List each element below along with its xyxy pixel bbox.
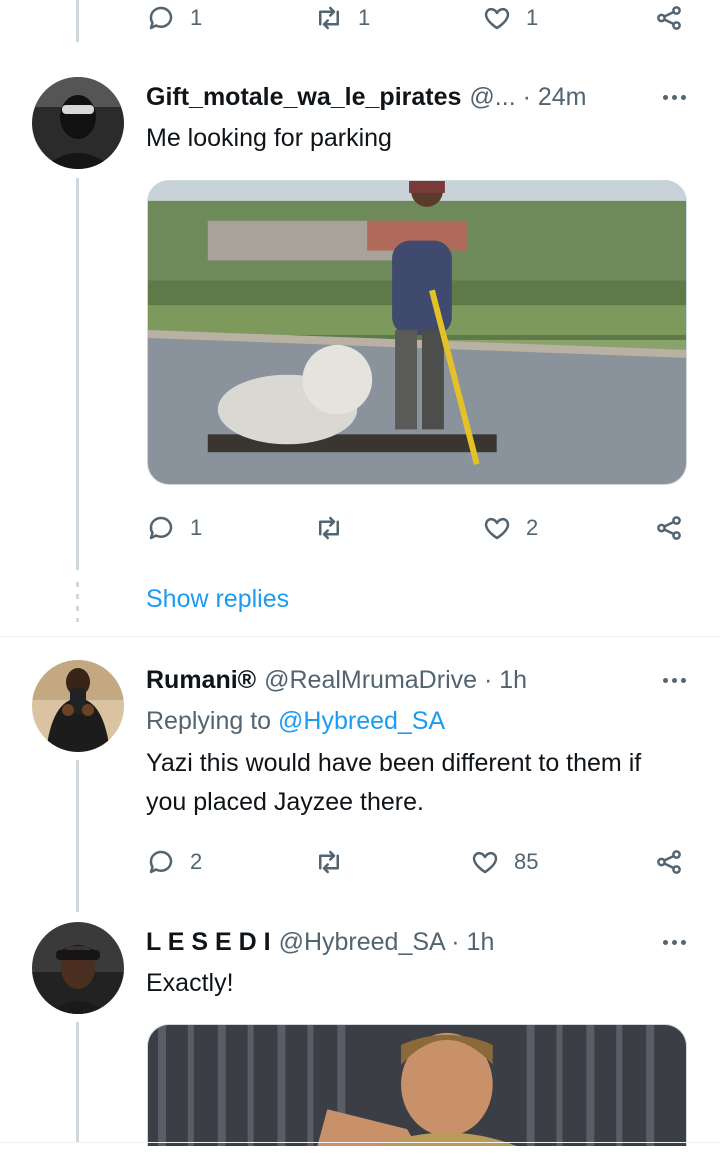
reply-button[interactable]: 1 bbox=[146, 510, 202, 546]
retweet-button[interactable] bbox=[314, 844, 358, 880]
handle-time[interactable]: @Hybreed_SA · 1h bbox=[279, 928, 495, 957]
more-options-button[interactable] bbox=[663, 662, 686, 698]
thread-line-3 bbox=[76, 1022, 79, 1142]
retweet-icon bbox=[319, 516, 339, 540]
share-button[interactable] bbox=[654, 844, 684, 880]
like-count: 2 bbox=[526, 515, 539, 540]
more-options-button[interactable] bbox=[663, 924, 686, 960]
more-options-button[interactable] bbox=[663, 79, 686, 115]
dot bbox=[672, 939, 677, 945]
heart-icon bbox=[484, 7, 510, 30]
thread-line-1 bbox=[76, 178, 79, 570]
thread-dotted-line bbox=[76, 582, 79, 622]
author-name[interactable]: Rumani® bbox=[146, 666, 256, 695]
like-count: 85 bbox=[514, 849, 539, 874]
dot bbox=[681, 94, 686, 100]
author-name[interactable]: Gift_motale_wa_le_pirates bbox=[146, 83, 461, 112]
replying-prefix: Replying to bbox=[146, 707, 272, 735]
heart-icon bbox=[484, 517, 510, 540]
tweet2-header: Rumani® @RealMrumaDrive · 1h bbox=[146, 662, 690, 698]
reply-count: 1 bbox=[190, 515, 203, 540]
reply-button[interactable]: 1 bbox=[146, 0, 202, 36]
retweet-icon bbox=[319, 6, 339, 30]
tweet-text: Me looking for parking bbox=[146, 124, 392, 152]
retweet-button[interactable] bbox=[314, 510, 358, 546]
divider bbox=[0, 636, 720, 637]
show-replies-link[interactable]: Show replies bbox=[146, 585, 289, 614]
retweet-icon bbox=[319, 850, 339, 874]
tweet1-media[interactable] bbox=[147, 180, 687, 485]
reply-count: 1 bbox=[190, 5, 203, 30]
handle-time[interactable]: @... · 24m bbox=[469, 83, 586, 112]
reply-icon bbox=[149, 850, 173, 874]
tweet-text: Exactly! bbox=[146, 969, 234, 997]
like-button[interactable]: 1 bbox=[482, 0, 538, 36]
tweet1-header: Gift_motale_wa_le_pirates @... · 24m bbox=[146, 79, 690, 115]
replying-to-handle-link[interactable]: @Hybreed_SA bbox=[278, 707, 445, 735]
share-button[interactable] bbox=[654, 510, 684, 546]
share-button[interactable] bbox=[654, 0, 684, 36]
dot bbox=[663, 94, 668, 100]
heart-icon bbox=[472, 851, 498, 874]
divider-bottom bbox=[0, 1142, 720, 1143]
retweet-count: 1 bbox=[358, 5, 371, 30]
dot bbox=[681, 939, 686, 945]
replying-to: Replying to @Hybreed_SA bbox=[146, 707, 445, 736]
share-icon bbox=[657, 850, 681, 874]
thread-line-top bbox=[76, 0, 79, 42]
dot bbox=[663, 677, 668, 683]
avatar-gift-motale[interactable] bbox=[32, 77, 124, 169]
retweet-button[interactable]: 1 bbox=[314, 0, 370, 36]
avatar-rumani[interactable] bbox=[32, 660, 124, 752]
reply-icon bbox=[149, 516, 173, 540]
share-icon bbox=[657, 516, 681, 540]
share-icon bbox=[657, 6, 681, 30]
tweet-actions-top: 1 1 1 bbox=[146, 0, 691, 36]
reply-icon bbox=[149, 6, 173, 30]
reply-count: 2 bbox=[190, 849, 203, 874]
tweet1-actions: 1 2 bbox=[146, 510, 691, 546]
dot bbox=[681, 677, 686, 683]
tweet-text: Yazi this would have been different to t… bbox=[146, 749, 642, 816]
dot bbox=[663, 939, 668, 945]
like-button[interactable]: 2 bbox=[482, 510, 538, 546]
thread-line-2 bbox=[76, 760, 79, 912]
tweet3-header: L E S E D I @Hybreed_SA · 1h bbox=[146, 924, 690, 960]
tweet2-actions: 2 85 bbox=[146, 844, 691, 880]
tweet3-media[interactable] bbox=[147, 1024, 687, 1146]
like-count: 1 bbox=[526, 5, 539, 30]
author-name[interactable]: L E S E D I bbox=[146, 928, 271, 957]
dot bbox=[672, 94, 677, 100]
dot bbox=[672, 677, 677, 683]
avatar-lesedi[interactable] bbox=[32, 922, 124, 1014]
like-button[interactable]: 85 bbox=[470, 844, 538, 880]
handle-time[interactable]: @RealMrumaDrive · 1h bbox=[264, 666, 527, 695]
reply-button[interactable]: 2 bbox=[146, 844, 202, 880]
